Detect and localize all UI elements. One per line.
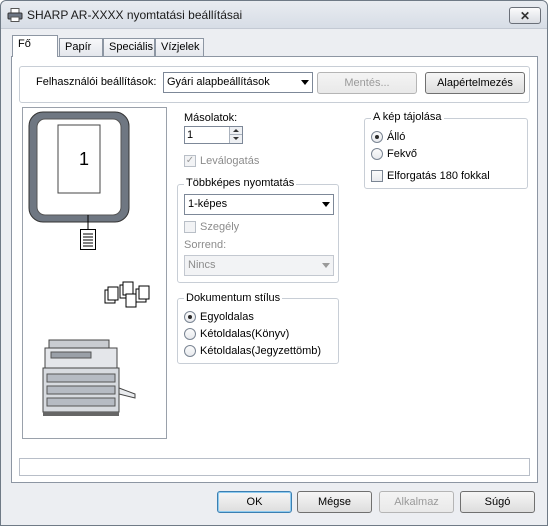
portrait-radio[interactable] — [371, 131, 383, 143]
user-settings-value: Gyári alapbeállítások — [167, 76, 270, 88]
copies-value: 1 — [187, 129, 194, 141]
save-settings-button[interactable]: Mentés... — [317, 72, 417, 94]
tab-watermarks-label: Vízjelek — [161, 41, 200, 53]
border-checkbox[interactable] — [184, 221, 196, 233]
ok-button[interactable]: OK — [217, 491, 292, 513]
print-preferences-dialog: SHARP AR-XXXX nyomtatási beállításai ✕ F… — [0, 0, 548, 526]
tab-main-label: Fő — [18, 38, 31, 50]
orientation-title: A kép tájolása — [371, 111, 444, 123]
tab-paper-label: Papír — [65, 41, 92, 53]
border-label: Szegély — [200, 221, 240, 233]
two-sided-book-radio[interactable] — [184, 328, 196, 340]
printer-illustration-icon — [42, 339, 136, 416]
tab-watermarks[interactable]: Vízjelek — [155, 38, 204, 56]
multiup-value: 1-képes — [188, 198, 228, 210]
tab-special[interactable]: Speciális — [103, 38, 155, 56]
save-settings-label: Mentés... — [344, 77, 390, 89]
chevron-down-icon — [301, 80, 309, 85]
two-sided-book-label: Kétoldalas(Könyv) — [200, 328, 290, 340]
apply-button[interactable]: Alkalmaz — [379, 491, 454, 513]
close-button[interactable]: ✕ — [509, 7, 541, 24]
user-settings-select[interactable]: Gyári alapbeállítások — [163, 72, 313, 93]
two-sided-tablet-radio[interactable] — [184, 345, 196, 357]
tab-paper[interactable]: Papír — [59, 38, 103, 56]
document-style-title: Dokumentum stílus — [184, 292, 283, 304]
chevron-down-icon — [322, 202, 330, 207]
chevron-up-icon — [233, 129, 239, 132]
help-button[interactable]: Súgó — [460, 491, 535, 513]
defaults-label: Alapértelmezés — [437, 77, 513, 89]
one-sided-radio[interactable] — [184, 311, 196, 323]
rotate-180-checkbox[interactable] — [371, 170, 383, 182]
document-icon — [80, 223, 96, 250]
collate-checkbox[interactable]: ✓ — [184, 155, 196, 167]
portrait-label: Álló — [387, 131, 406, 143]
copies-label: Másolatok: — [184, 112, 238, 124]
cancel-label: Mégse — [317, 496, 352, 508]
order-value: Nincs — [188, 259, 216, 271]
collate-label: Leválogatás — [200, 155, 260, 167]
copies-spinner[interactable]: 1 — [184, 126, 243, 144]
landscape-radio[interactable] — [371, 148, 383, 160]
two-sided-tablet-label: Kétoldalas(Jegyzettömb) — [200, 345, 322, 357]
close-icon: ✕ — [519, 8, 531, 23]
defaults-button[interactable]: Alapértelmezés — [425, 72, 525, 94]
print-preview: 1 — [22, 107, 167, 439]
one-sided-label: Egyoldalas — [200, 311, 254, 323]
landscape-label: Fekvő — [387, 148, 417, 160]
tab-main[interactable]: Fő — [12, 35, 58, 57]
window-title: SHARP AR-XXXX nyomtatási beállításai — [27, 8, 243, 22]
apply-label: Alkalmaz — [394, 496, 439, 508]
chevron-down-icon — [322, 263, 330, 268]
help-label: Súgó — [484, 496, 511, 508]
cancel-button[interactable]: Mégse — [297, 491, 372, 513]
output-stack-icon — [104, 281, 150, 308]
chevron-down-icon — [233, 137, 239, 140]
tab-special-label: Speciális — [109, 41, 154, 53]
order-select[interactable]: Nincs — [184, 255, 334, 276]
order-label: Sorrend: — [184, 239, 227, 251]
ok-label: OK — [246, 496, 263, 508]
multiup-title: Többképes nyomtatás — [184, 177, 297, 189]
multiup-select[interactable]: 1-képes — [184, 194, 334, 215]
rotate-180-label: Elforgatás 180 fokkal — [387, 170, 490, 182]
status-bar — [19, 458, 530, 476]
printer-icon — [7, 8, 23, 22]
copies-up-button[interactable] — [229, 127, 242, 135]
title-bar: SHARP AR-XXXX nyomtatási beállításai ✕ — [1, 1, 547, 29]
user-settings-label: Felhasználói beállítások: — [36, 76, 157, 88]
preview-page-number: 1 — [79, 149, 90, 169]
copies-down-button[interactable] — [229, 135, 242, 143]
